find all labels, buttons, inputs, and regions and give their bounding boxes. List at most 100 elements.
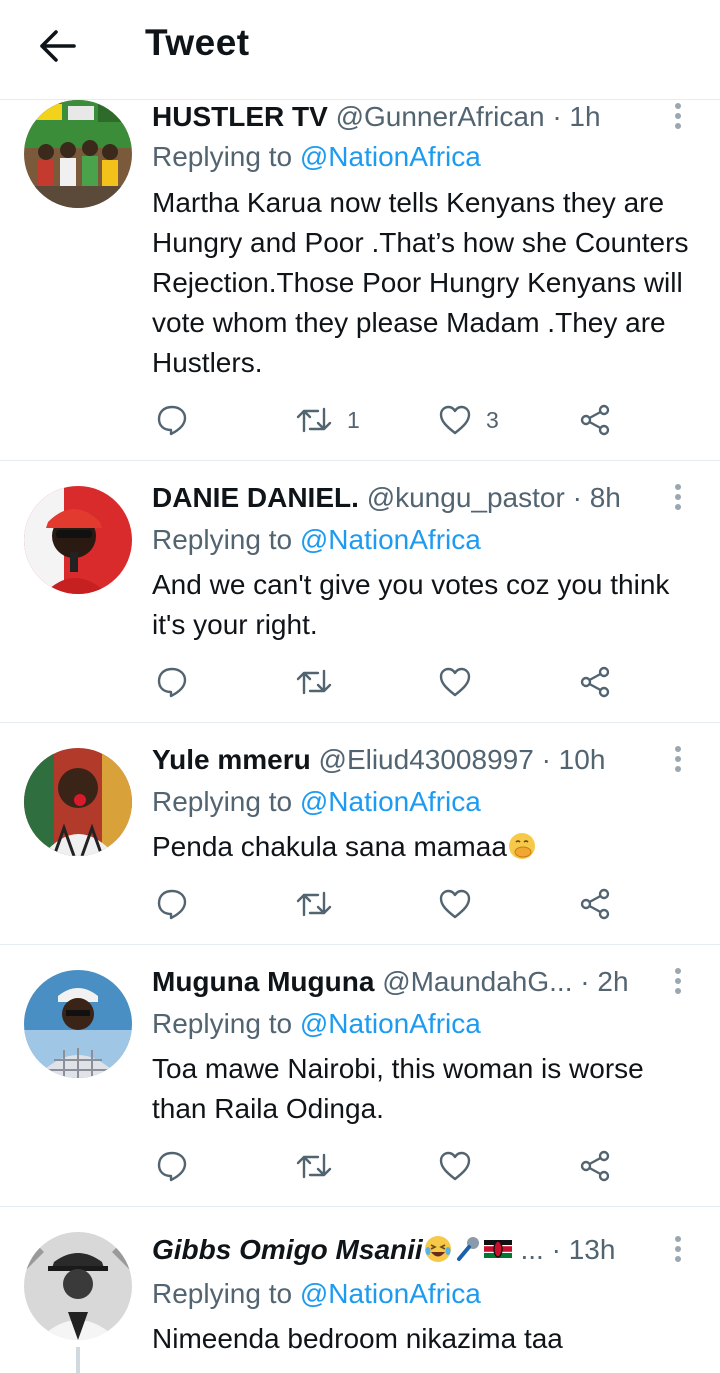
reply-button[interactable] — [155, 662, 189, 702]
separator-dot: · — [551, 1234, 561, 1265]
like-button[interactable] — [438, 1146, 472, 1186]
display-name[interactable]: Muguna Muguna — [152, 966, 374, 997]
share-button[interactable] — [578, 884, 612, 924]
like-button[interactable] — [438, 884, 472, 924]
tweet-header: Yule mmeru @Eliud43008997 · 10h — [152, 743, 650, 777]
timestamp[interactable]: 2h — [597, 966, 628, 997]
timestamp[interactable]: 10h — [559, 744, 606, 775]
timestamp[interactable]: 8h — [590, 482, 621, 513]
more-options-button[interactable] — [668, 1233, 688, 1267]
tweet[interactable]: HUSTLER TV @GunnerAfrican · 1h Replying … — [0, 100, 720, 461]
heart-icon — [439, 667, 471, 697]
replies-feed[interactable]: HUSTLER TV @GunnerAfrican · 1h Replying … — [0, 100, 720, 1373]
more-vertical-icon — [675, 746, 681, 752]
reply-button[interactable] — [155, 1146, 189, 1186]
replying-prefix: Replying to — [152, 524, 300, 555]
retweet-button[interactable] — [295, 662, 333, 702]
separator-dot: · — [541, 744, 551, 775]
tweet-actions — [150, 662, 630, 702]
retweet-button[interactable]: 1 — [295, 400, 360, 440]
replying-to: Replying to @NationAfrica — [152, 1007, 481, 1041]
tweet-header: DANIE DANIEL. @kungu_pastor · 8h — [152, 481, 650, 515]
share-button[interactable] — [578, 662, 612, 702]
replying-prefix: Replying to — [152, 1278, 300, 1309]
laughing-tears-emoji — [424, 1236, 451, 1262]
tweet-text-content: Penda chakula sana mamaa — [152, 831, 507, 862]
more-vertical-icon — [675, 1236, 681, 1242]
top-app-bar: Tweet — [0, 0, 720, 100]
mention-link[interactable]: @NationAfrica — [300, 1278, 481, 1309]
page-title: Tweet — [145, 22, 250, 63]
replying-prefix: Replying to — [152, 786, 300, 817]
comment-icon — [157, 667, 187, 698]
retweet-icon — [296, 891, 332, 917]
user-handle[interactable]: @GunnerAfrican — [336, 101, 545, 132]
more-options-button[interactable] — [668, 481, 688, 515]
replying-prefix: Replying to — [152, 1008, 300, 1039]
display-name[interactable]: HUSTLER TV — [152, 101, 328, 132]
more-vertical-icon — [675, 968, 681, 974]
tweet-actions — [150, 1146, 630, 1186]
retweet-button[interactable] — [295, 884, 333, 924]
share-button[interactable] — [578, 400, 612, 440]
replying-prefix: Replying to — [152, 141, 300, 172]
user-handle[interactable]: @kungu_pastor — [367, 482, 565, 513]
tweet[interactable]: DANIE DANIEL. @kungu_pastor · 8h Replyin… — [0, 461, 720, 723]
kenya-flag-emoji — [483, 1240, 512, 1258]
avatar[interactable] — [24, 748, 132, 856]
like-count: 3 — [486, 406, 499, 433]
share-icon — [580, 888, 610, 920]
tweet-text: Penda chakula sana mamaa — [152, 827, 690, 867]
like-button[interactable]: 3 — [438, 400, 499, 440]
like-button[interactable] — [438, 662, 472, 702]
timestamp[interactable]: 13h — [569, 1234, 616, 1265]
more-options-button[interactable] — [668, 965, 688, 999]
heart-icon — [439, 405, 471, 435]
more-vertical-icon — [675, 103, 681, 109]
mention-link[interactable]: @NationAfrica — [300, 1008, 481, 1039]
more-options-button[interactable] — [668, 100, 688, 134]
tweet[interactable]: Gibbs Omigo Msanii ... · 13h Replying to… — [0, 1207, 720, 1373]
separator-dot: · — [572, 482, 582, 513]
avatar[interactable] — [24, 486, 132, 594]
tweet-actions — [150, 884, 630, 924]
avatar[interactable] — [24, 970, 132, 1078]
name-overflow: ... — [520, 1234, 544, 1265]
arrow-left-icon — [40, 30, 76, 62]
separator-dot: · — [552, 101, 562, 132]
share-button[interactable] — [578, 1146, 612, 1186]
retweet-button[interactable] — [295, 1146, 333, 1186]
more-options-button[interactable] — [668, 743, 688, 777]
user-handle[interactable]: @MaundahG... — [382, 966, 572, 997]
display-name[interactable]: Gibbs Omigo Msanii — [152, 1234, 423, 1265]
mention-link[interactable]: @NationAfrica — [300, 141, 481, 172]
tweet-text: And we can't give you votes coz you thin… — [152, 569, 670, 640]
mention-link[interactable]: @NationAfrica — [300, 524, 481, 555]
tweet[interactable]: Yule mmeru @Eliud43008997 · 10h Replying… — [0, 723, 720, 945]
share-icon — [580, 404, 610, 436]
retweet-icon — [296, 407, 332, 433]
tweet-header: Muguna Muguna @MaundahG... · 2h — [152, 965, 650, 999]
thread-connector — [76, 1347, 80, 1373]
user-handle[interactable]: @Eliud43008997 — [319, 744, 534, 775]
comment-icon — [157, 889, 187, 920]
mention-link[interactable]: @NationAfrica — [300, 786, 481, 817]
display-name[interactable]: DANIE DANIEL. — [152, 482, 359, 513]
replying-to: Replying to @NationAfrica — [152, 785, 481, 819]
reply-button[interactable] — [155, 884, 189, 924]
heart-icon — [439, 889, 471, 919]
avatar[interactable] — [24, 100, 132, 208]
reply-button[interactable] — [155, 400, 189, 440]
retweet-icon — [296, 1153, 332, 1179]
share-icon — [580, 1150, 610, 1182]
replying-to: Replying to @NationAfrica — [152, 523, 481, 557]
display-name[interactable]: Yule mmeru — [152, 744, 311, 775]
comment-icon — [157, 1151, 187, 1182]
tweet[interactable]: Muguna Muguna @MaundahG... · 2h Replying… — [0, 945, 720, 1207]
retweet-count: 1 — [347, 406, 360, 433]
timestamp[interactable]: 1h — [569, 101, 600, 132]
avatar[interactable] — [24, 1232, 132, 1340]
back-button[interactable] — [30, 24, 82, 68]
tweet-text: Martha Karua now tells Kenyans they are … — [152, 187, 689, 378]
tweet-header: Gibbs Omigo Msanii ... · 13h — [152, 1233, 650, 1267]
